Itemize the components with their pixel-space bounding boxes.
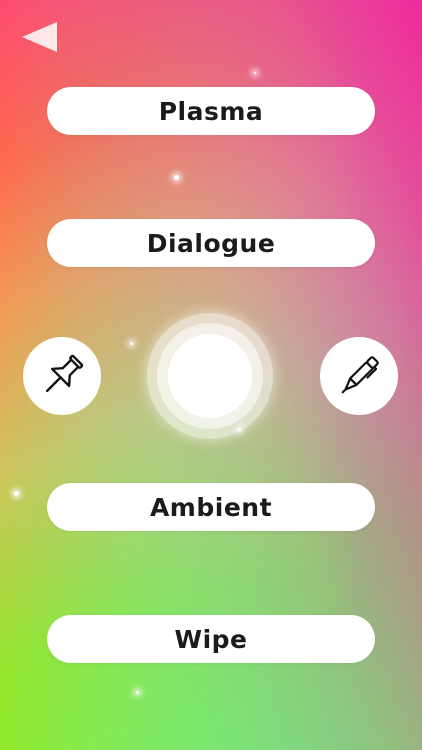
ambient-button[interactable]: Ambient [47,483,375,531]
sparkle [130,342,133,345]
sparkle [254,72,256,74]
center-record-button[interactable] [147,313,273,439]
sparkle [174,175,179,180]
wipe-button[interactable]: Wipe [47,615,375,663]
pushpin-icon [45,354,84,393]
record-circle-icon [168,334,252,418]
pen-button[interactable] [320,337,398,415]
plasma-button-label: Plasma [158,96,264,126]
plasma-button[interactable]: Plasma [47,87,375,135]
sparkle [136,691,139,694]
back-arrow-icon [22,22,57,52]
dialogue-button[interactable]: Dialogue [47,219,375,267]
pin-button[interactable] [23,337,101,415]
sparkle [14,491,19,496]
dialogue-button-label: Dialogue [146,228,276,258]
wipe-button-label: Wipe [174,624,248,654]
ambient-button-label: Ambient [149,492,273,522]
back-button[interactable] [18,20,60,54]
pen-icon [341,356,379,394]
